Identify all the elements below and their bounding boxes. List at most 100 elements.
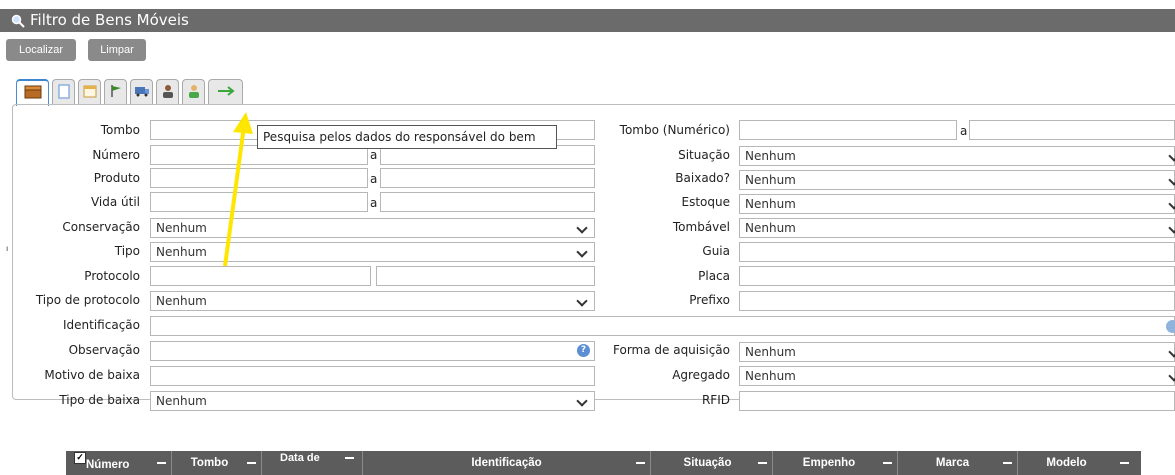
prefixo-label: Prefixo [689,293,730,307]
column-empenho[interactable]: Empenho [773,451,897,475]
motivo-baixa-input[interactable] [150,366,595,386]
tipo-baixa-select[interactable]: Nenhum [150,391,595,411]
column-menu-icon[interactable] [1003,462,1012,464]
help-icon[interactable]: ? [577,344,590,357]
situacao-select[interactable]: Nenhum [739,146,1175,166]
protocolo-input[interactable] [150,266,371,286]
column-menu-icon[interactable] [247,462,256,464]
vida-util-to-input[interactable] [380,192,595,212]
user-icon [187,84,201,101]
vida-util-range-sep: a [370,196,378,210]
flag-icon [109,84,123,101]
annotation-arrow [223,112,253,267]
column-label-identificacao: Identificação [471,457,542,469]
tab-responsible[interactable] [182,79,205,105]
column-menu-icon[interactable] [157,462,166,464]
column-menu-icon[interactable] [345,457,354,459]
column-menu-icon[interactable] [883,462,892,464]
tab-general[interactable] [16,79,49,106]
tab-flag[interactable] [104,79,127,105]
column-identificacao[interactable]: Identificação [363,451,650,475]
search-button[interactable]: Localizar [6,39,76,61]
tombavel-select[interactable]: Nenhum [739,218,1175,238]
column-data[interactable]: Data de [262,451,362,475]
placa-input[interactable] [739,266,1175,286]
identificacao-input[interactable] [150,316,1175,336]
clear-button[interactable]: Limpar [88,39,146,61]
tipo-protocolo-select[interactable]: Nenhum [150,291,595,311]
tooltip: Pesquisa pelos dados do responsável do b… [257,125,557,149]
guia-label: Guia [702,244,730,258]
tab-document[interactable] [52,79,75,105]
select-all-checkbox[interactable]: ✓ [74,452,86,464]
tombo-numerico-from-input[interactable] [739,120,957,140]
column-modelo[interactable]: Modelo [1018,451,1141,475]
truck-icon [134,85,150,100]
tab-person[interactable] [156,79,179,105]
column-menu-icon[interactable] [636,462,645,464]
estoque-label: Estoque [681,195,731,209]
tab-calendar[interactable] [78,79,101,105]
tab-vehicle[interactable] [130,79,153,105]
numero-label: Número [92,148,140,162]
observacao-input[interactable] [150,341,595,361]
document-icon [58,84,70,102]
forma-aquisicao-label: Forma de aquisição [613,343,730,357]
situacao-label: Situação [678,148,730,162]
box-icon [24,85,42,102]
search-icon [11,9,27,32]
agregado-select[interactable]: Nenhum [739,366,1175,386]
tombo-numerico-range-sep: a [960,124,968,138]
observacao-label: Observação [68,343,140,357]
results-grid-header: ✓ Número Tombo Data de Identificação Sit… [66,451,1141,475]
baixado-label: Baixado? [675,171,730,185]
prefixo-input[interactable] [739,291,1175,311]
rfid-input[interactable] [739,391,1175,411]
produto-from-input[interactable] [150,168,368,188]
conservacao-label: Conservação [62,220,140,234]
tipo-baixa-label: Tipo de baixa [59,393,140,407]
tombo-label: Tombo [100,123,140,137]
column-label-modelo: Modelo [1046,457,1087,469]
identificacao-help-icon[interactable] [1166,320,1175,333]
rfid-label: RFID [701,393,730,407]
column-situacao[interactable]: Situação [651,451,772,475]
baixado-select[interactable]: Nenhum [739,170,1175,190]
tipo-protocolo-label: Tipo de protocolo [35,293,140,307]
window-title: Filtro de Bens Móveis [30,11,189,29]
produto-label: Produto [93,171,140,185]
column-label-tombo: Tombo [190,457,229,469]
identificacao-label: Identificação [63,318,140,332]
vida-util-from-input[interactable] [150,192,368,212]
calendar-icon [83,84,97,101]
column-label-situacao: Situação [683,457,732,469]
tipo-label: Tipo [114,244,140,258]
produto-range-sep: a [370,172,378,186]
column-numero[interactable]: ✓ Número [66,451,171,475]
column-menu-icon[interactable] [1120,462,1129,464]
estoque-select[interactable]: Nenhum [739,194,1175,214]
protocolo-label: Protocolo [84,269,140,283]
column-label-numero: Número [86,459,130,471]
column-label-data: Data de [280,452,320,464]
tab-next[interactable] [208,79,243,105]
forma-aquisicao-select[interactable]: Nenhum [739,342,1175,362]
placa-label: Placa [698,269,730,283]
tombavel-label: Tombável [672,220,730,234]
vida-util-label: Vida útil [90,195,140,209]
tombo-numerico-to-input[interactable] [969,120,1175,140]
person-icon [161,84,175,101]
tombo-numerico-label: Tombo (Numérico) [619,123,730,137]
column-label-empenho: Empenho [802,457,856,469]
column-label-marca: Marca [935,457,970,469]
guia-input[interactable] [739,242,1175,262]
motivo-baixa-label: Motivo de baixa [44,368,140,382]
window-titlebar: Filtro de Bens Móveis [0,9,1175,32]
column-marca[interactable]: Marca [898,451,1017,475]
protocolo-year-input[interactable] [376,266,595,286]
agregado-label: Agregado [672,368,730,382]
produto-to-input[interactable] [380,168,595,188]
column-tombo[interactable]: Tombo [172,451,261,475]
arrow-right-icon [217,85,235,100]
column-menu-icon[interactable] [758,462,767,464]
